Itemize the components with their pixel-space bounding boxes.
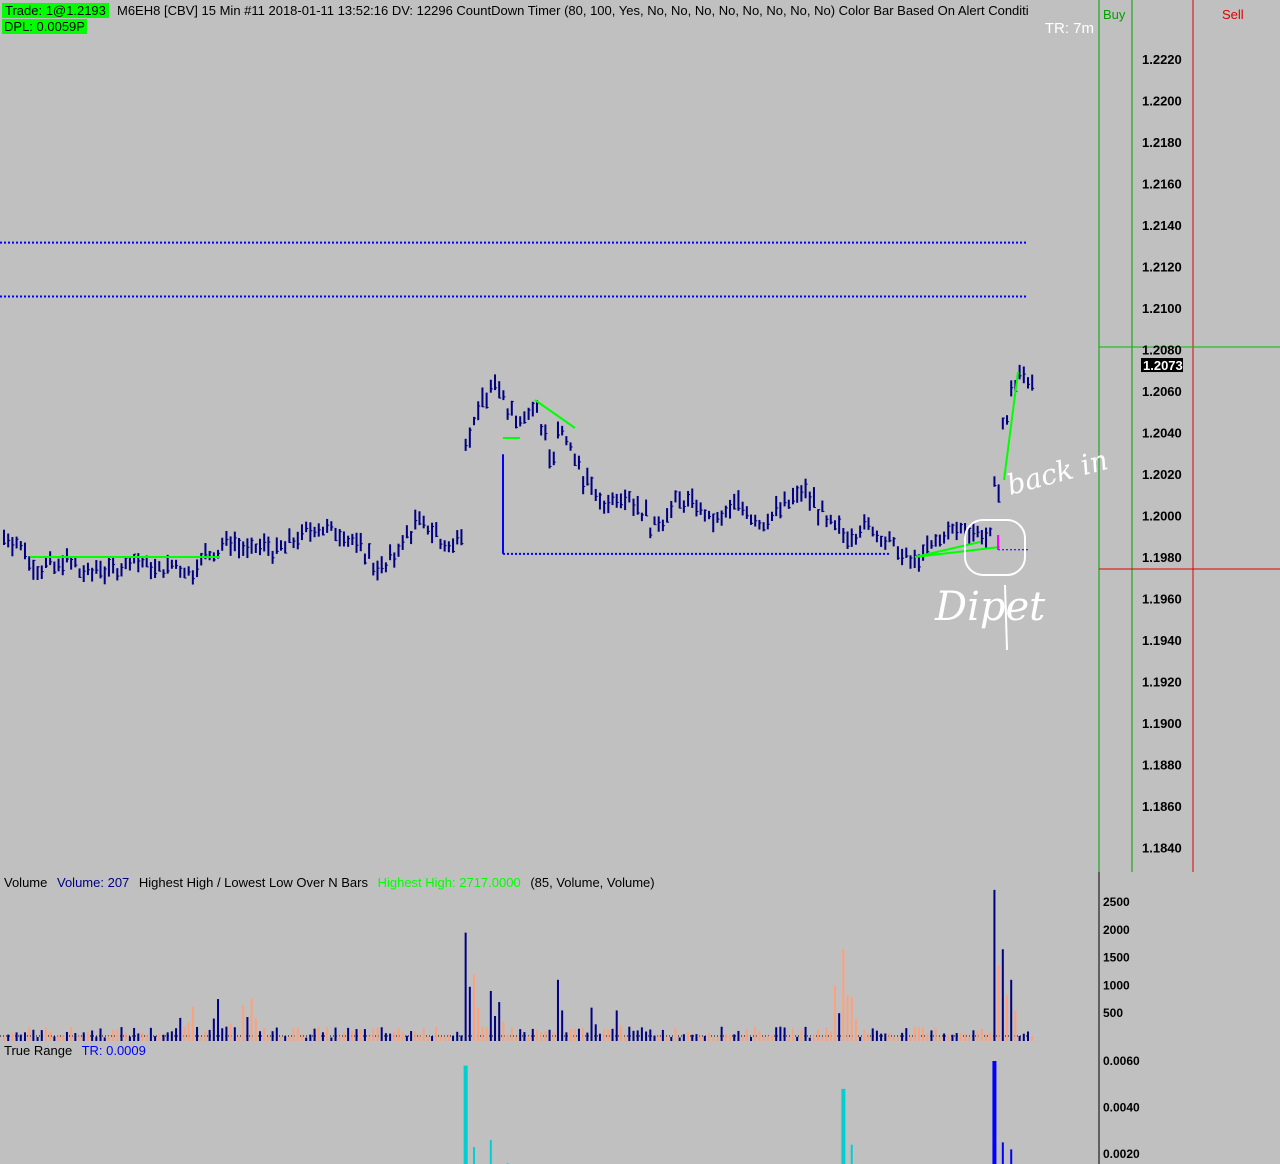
price-tick-label: 1.2200 <box>1142 94 1182 109</box>
volume-pane-header: Volume Volume: 207 Highest High / Lowest… <box>4 875 661 890</box>
annotation-dipet: Dipet <box>934 584 1046 630</box>
countdown-timer: TR: 7m <box>1044 20 1094 37</box>
price-tick-label: 1.2060 <box>1142 384 1182 399</box>
true-range-tick-label: 0.0060 <box>1103 1054 1140 1068</box>
trade-badge: Trade: 1@1.2193 <box>2 3 109 18</box>
true-range-pane-header: True Range TR: 0.0009 <box>4 1043 152 1058</box>
price-tick-label: 1.1860 <box>1142 799 1182 814</box>
volume-tick-label: 1500 <box>1103 951 1130 965</box>
price-tick-label: 1.2000 <box>1142 509 1182 524</box>
price-tick-label: 1.1960 <box>1142 592 1182 607</box>
volume-tick-label: 2000 <box>1103 923 1130 937</box>
study-name: Highest High / Lowest Low Over N Bars <box>138 875 368 890</box>
annotation-back-in: back in <box>1003 443 1111 502</box>
true-range-pane: 0.0060 0.0040 0.0020 <box>463 1054 1140 1164</box>
true-range-tick-label: 0.0040 <box>1103 1101 1140 1115</box>
volume-pane: 2500 2000 1500 1000 500 <box>0 889 1130 1041</box>
price-tick-label: 1.1840 <box>1142 841 1182 856</box>
price-tick-label: 1.1920 <box>1142 675 1182 690</box>
dom-buy-label[interactable]: Buy <box>1103 7 1125 22</box>
price-tick-label: 1.1880 <box>1142 758 1182 773</box>
volume-tick-label: 500 <box>1103 1006 1123 1020</box>
price-tick-label: 1.1900 <box>1142 716 1182 731</box>
price-tick-label: 1.2220 <box>1142 52 1182 67</box>
true-range-label: True Range <box>4 1043 73 1058</box>
volume-tick-label: 1000 <box>1103 978 1130 992</box>
chart[interactable]: 1.2220 1.2200 1.2180 1.2160 1.2140 1.2120 1.21… <box>0 0 1280 1164</box>
price-tick-label: 1.2040 <box>1142 426 1182 441</box>
price-tick-label: 1.2140 <box>1142 218 1182 233</box>
price-tick-label: 1.2120 <box>1142 260 1182 275</box>
trend-line-segment <box>534 399 576 429</box>
dpl-badge: DPL: 0.0059P <box>2 19 87 34</box>
volume-label: Volume <box>4 875 48 890</box>
chart-title: M6EH8 [CBV] 15 Min #11 2018-01-11 13:52:… <box>117 3 1029 18</box>
price-tick-label: 1.1980 <box>1142 550 1182 565</box>
current-price-label: 1.2073 <box>1143 358 1183 373</box>
price-tick-label: 1.2160 <box>1142 177 1182 192</box>
price-tick-label: 1.2100 <box>1142 301 1182 316</box>
dom-sell-label[interactable]: Sell <box>1222 7 1244 22</box>
highest-high-value: Highest High: 2717.0000 <box>377 875 521 890</box>
true-range-tick-label: 0.0020 <box>1103 1147 1140 1161</box>
volume-tick-label: 2500 <box>1103 895 1130 909</box>
true-range-value: TR: 0.0009 <box>81 1043 146 1058</box>
price-tick-label: 1.2080 <box>1142 343 1182 358</box>
price-tick-label: 1.1940 <box>1142 633 1182 648</box>
volume-value: Volume: 207 <box>57 875 130 890</box>
price-tick-label: 1.2180 <box>1142 135 1182 150</box>
price-tick-label: 1.2020 <box>1142 467 1182 482</box>
study-params: (85, Volume, Volume) <box>530 875 655 890</box>
